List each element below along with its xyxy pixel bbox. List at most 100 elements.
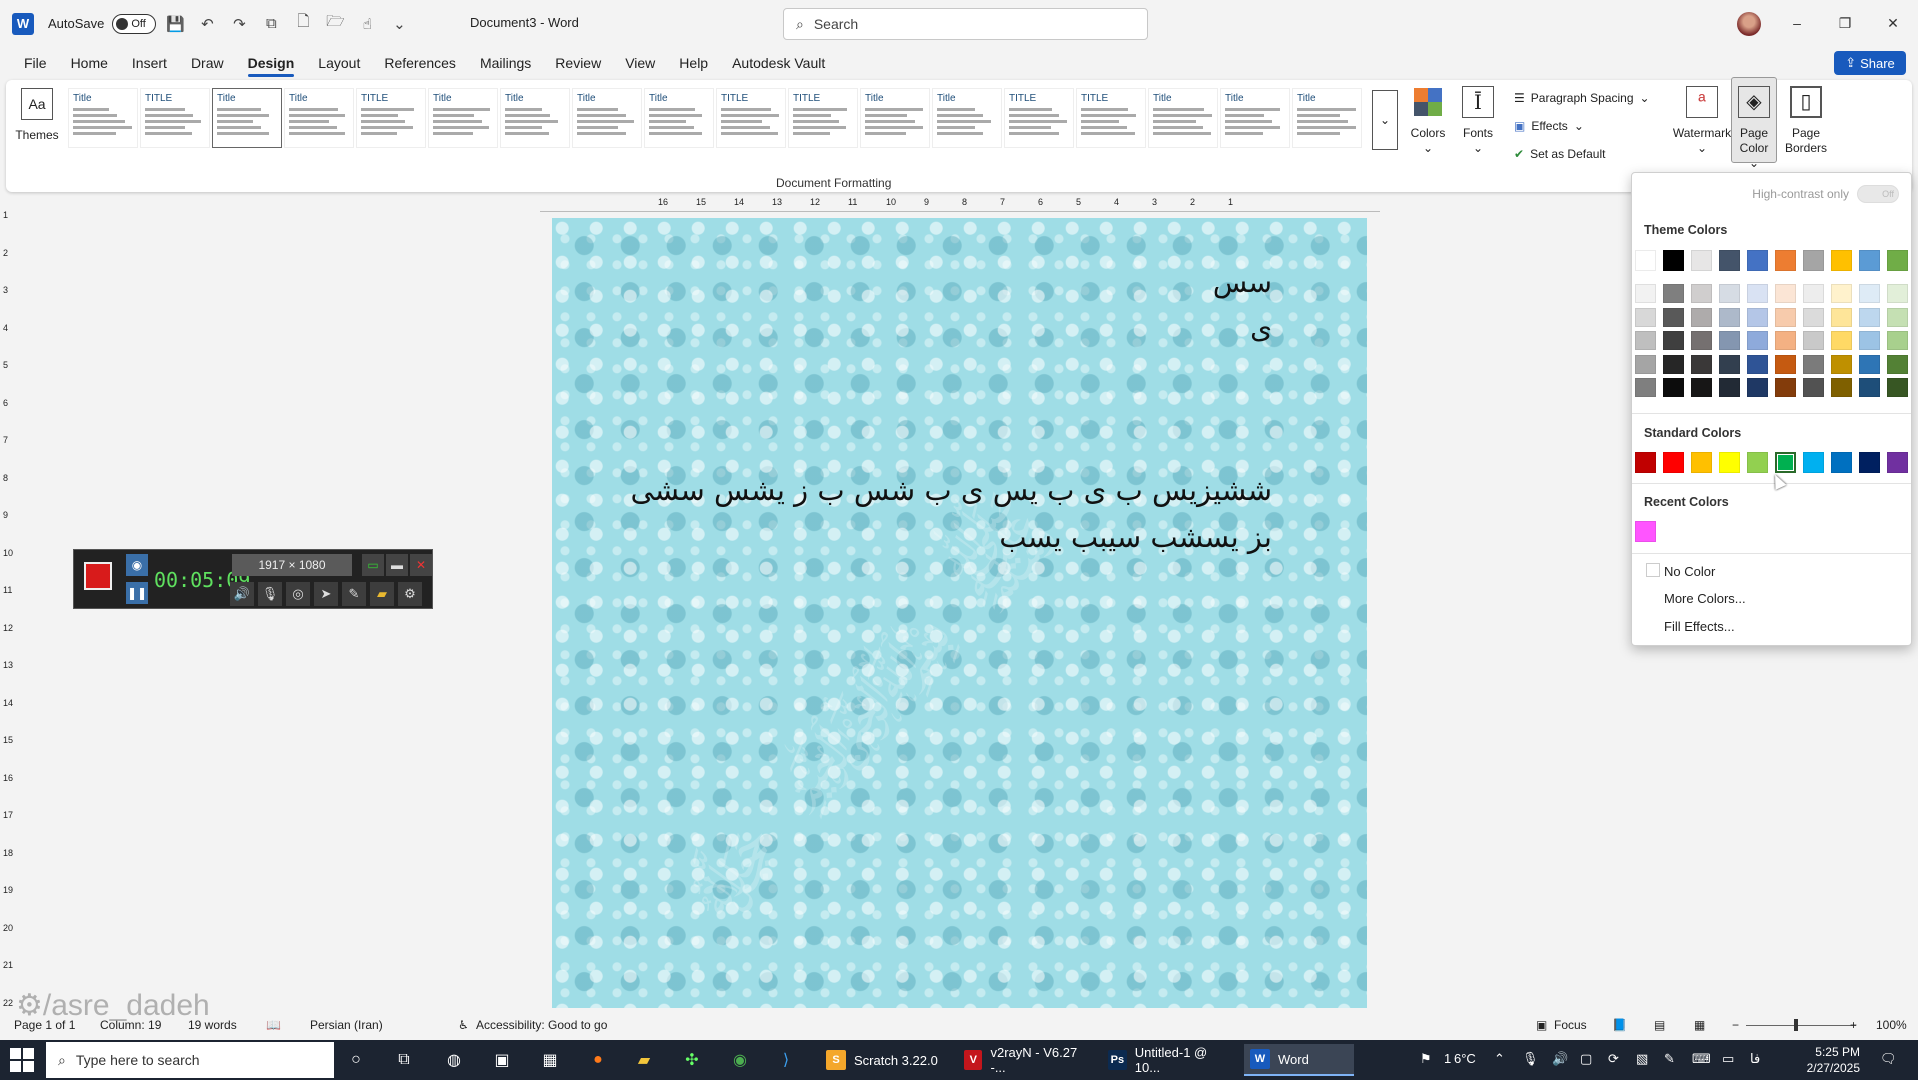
style-set-thumbnail[interactable]: Title — [1292, 88, 1362, 148]
theme-color-shade-swatch[interactable] — [1859, 378, 1880, 397]
theme-color-shade-swatch[interactable] — [1887, 331, 1908, 350]
theme-color-shade-swatch[interactable] — [1831, 354, 1852, 374]
theme-color-swatch[interactable] — [1747, 250, 1768, 271]
webcam-icon[interactable]: ◎ — [286, 582, 310, 606]
new-document-icon[interactable]: 🗋 — [290, 11, 316, 37]
style-set-thumbnail[interactable]: Title — [644, 88, 714, 148]
taskbar-app-v2rayn[interactable]: Vv2rayN - V6.27 -... — [958, 1044, 1094, 1076]
effects-button[interactable]: ▣ Effects ⌄ — [1514, 116, 1584, 136]
accessibility-status[interactable]: Accessibility: Good to go — [476, 1018, 607, 1032]
speaker-icon[interactable]: 🔊 — [230, 582, 254, 606]
style-set-thumbnail[interactable]: Title — [500, 88, 570, 148]
taskbar-clock[interactable]: 5:25 PM 2/27/2025 — [1807, 1044, 1860, 1076]
tray-app-icon[interactable]: ▭ — [1722, 1051, 1734, 1067]
menu-layout[interactable]: Layout — [306, 47, 372, 79]
open-folder-icon[interactable]: 🗁 — [322, 11, 348, 37]
theme-color-shade-swatch[interactable] — [1635, 354, 1656, 374]
theme-color-shade-swatch[interactable] — [1663, 307, 1684, 327]
theme-color-shade-swatch[interactable] — [1859, 331, 1880, 350]
theme-color-shade-swatch[interactable] — [1635, 284, 1656, 303]
style-set-thumbnail[interactable]: TITLE — [356, 88, 426, 148]
pinned-app-icon[interactable]: ✣ — [680, 1048, 704, 1072]
microphone-tray-icon[interactable]: 🎙 — [1522, 1051, 1539, 1067]
colors-button[interactable]: Colors ⌄ — [1406, 86, 1450, 156]
theme-color-shade-swatch[interactable] — [1663, 284, 1684, 303]
zoom-slider[interactable] — [1746, 1025, 1856, 1026]
restore-button[interactable]: ❐ — [1822, 10, 1868, 36]
notifications-icon[interactable]: 🗨 — [1880, 1051, 1897, 1067]
copy-icon[interactable]: ⧉ — [258, 11, 284, 37]
paragraph-spacing-button[interactable]: ☰ Paragraph Spacing ⌄ — [1514, 88, 1650, 108]
menu-help[interactable]: Help — [667, 47, 720, 79]
page-borders-button[interactable]: ▯ Page Borders — [1784, 86, 1828, 156]
tray-app-icon[interactable]: ⟳ — [1608, 1051, 1619, 1067]
document-line-4[interactable]: بز یسشب سیبب یسب — [999, 520, 1272, 554]
style-set-thumbnail[interactable]: TITLE — [716, 88, 786, 148]
horizontal-ruler[interactable]: 16 15 14 13 12 11 10 9 8 7 6 5 4 3 2 1 — [540, 196, 1380, 212]
style-set-thumbnail[interactable]: Title — [1148, 88, 1218, 148]
theme-color-shade-swatch[interactable] — [1775, 378, 1796, 397]
theme-color-shade-swatch[interactable] — [1887, 378, 1908, 397]
user-avatar[interactable] — [1737, 12, 1761, 36]
style-set-thumbnail[interactable]: Title — [212, 88, 282, 148]
standard-color-swatch[interactable] — [1887, 452, 1908, 473]
taskbar-app-scratch[interactable]: S Scratch 3.22.0 — [820, 1044, 948, 1076]
standard-color-swatch[interactable] — [1719, 452, 1740, 473]
theme-color-shade-swatch[interactable] — [1719, 354, 1740, 374]
fonts-button[interactable]: Ī Fonts ⌄ — [1456, 86, 1500, 156]
taskbar-app-word[interactable]: W Word — [1244, 1044, 1354, 1076]
theme-color-shade-swatch[interactable] — [1635, 307, 1656, 327]
language-tray-indicator[interactable]: فا — [1750, 1051, 1760, 1067]
gallery-more-button[interactable]: ⌄ — [1372, 90, 1398, 150]
theme-color-swatch[interactable] — [1831, 250, 1852, 271]
theme-color-swatch[interactable] — [1663, 250, 1684, 271]
no-color-item[interactable]: No Color — [1664, 564, 1715, 579]
theme-color-shade-swatch[interactable] — [1719, 284, 1740, 303]
menu-draw[interactable]: Draw — [179, 47, 236, 79]
theme-color-swatch[interactable] — [1803, 250, 1824, 271]
camera-icon[interactable]: ◉ — [126, 554, 148, 576]
style-set-thumbnail[interactable]: Title — [572, 88, 642, 148]
theme-color-shade-swatch[interactable] — [1719, 307, 1740, 327]
file-explorer-icon[interactable]: ▰ — [632, 1048, 656, 1072]
page-color-button[interactable]: ◈ Page Color ⌄ — [1732, 86, 1776, 171]
theme-color-shade-swatch[interactable] — [1831, 307, 1852, 327]
close-recorder-icon[interactable]: ✕ — [410, 554, 432, 576]
theme-color-shade-swatch[interactable] — [1831, 378, 1852, 397]
menu-home[interactable]: Home — [59, 47, 120, 79]
theme-color-swatch[interactable] — [1887, 250, 1908, 271]
theme-color-swatch[interactable] — [1691, 250, 1712, 271]
minimize-button[interactable]: – — [1774, 10, 1820, 36]
pause-icon[interactable]: ❚❚ — [126, 582, 148, 604]
keyboard-icon[interactable]: ⌨ — [1692, 1051, 1711, 1067]
watermark-button[interactable]: ª Watermark ⌄ — [1672, 86, 1732, 156]
theme-color-shade-swatch[interactable] — [1887, 307, 1908, 327]
show-hidden-icons-icon[interactable]: ⌃ — [1494, 1051, 1505, 1067]
undo-icon[interactable]: ↶ — [194, 11, 220, 37]
minimize-recorder-icon[interactable]: ▬ — [386, 554, 408, 576]
theme-color-shade-swatch[interactable] — [1803, 378, 1824, 397]
theme-color-shade-swatch[interactable] — [1775, 307, 1796, 327]
menu-mailings[interactable]: Mailings — [468, 47, 543, 79]
vertical-ruler[interactable]: 1 2 3 4 5 6 7 8 9 10 11 12 13 14 15 16 17 18 19 20 21 22 — [2, 200, 16, 1008]
style-set-thumbnail[interactable]: Title — [860, 88, 930, 148]
network-alert-icon[interactable]: ⚑ — [1420, 1051, 1432, 1067]
menu-design[interactable]: Design — [236, 47, 307, 79]
record-button[interactable] — [84, 562, 112, 590]
theme-color-shade-swatch[interactable] — [1859, 284, 1880, 303]
standard-color-swatch[interactable] — [1635, 452, 1656, 473]
pinned-app-icon[interactable]: ▣ — [490, 1048, 514, 1072]
autosave-toggle[interactable]: Off — [112, 13, 157, 34]
theme-color-shade-swatch[interactable] — [1719, 378, 1740, 397]
theme-color-swatch[interactable] — [1859, 250, 1880, 271]
more-colors-item[interactable]: More Colors... — [1664, 591, 1746, 606]
theme-color-shade-swatch[interactable] — [1831, 284, 1852, 303]
document-page[interactable]: ﷺ ﷽ ﷻ سس ی ششیزیس ب ی ب یس ی ب شس ب ز یش… — [552, 218, 1367, 1008]
theme-color-shade-swatch[interactable] — [1719, 331, 1740, 350]
theme-color-shade-swatch[interactable] — [1803, 307, 1824, 327]
theme-color-shade-swatch[interactable] — [1747, 331, 1768, 350]
theme-color-swatch[interactable] — [1635, 250, 1656, 271]
theme-color-shade-swatch[interactable] — [1663, 378, 1684, 397]
theme-color-shade-swatch[interactable] — [1747, 284, 1768, 303]
pen-tray-icon[interactable]: ✎ — [1664, 1051, 1675, 1067]
